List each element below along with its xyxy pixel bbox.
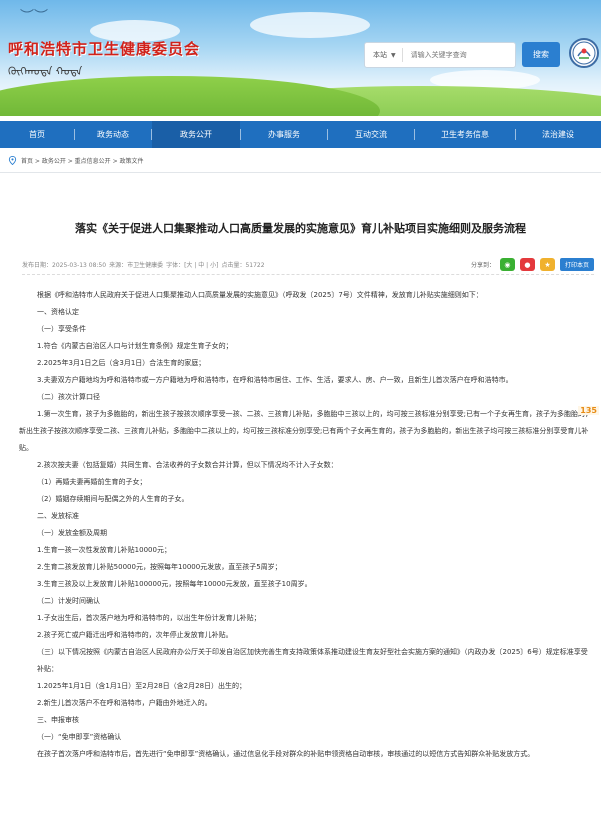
article-meta-bar: 发布日期：2025-03-13 08:50 来源：市卫生健康委 字体：[大 | … [22,255,594,275]
main-nav: 首页 政务动态 政务公开 办事服务 互动交流 卫生考务信息 法治建设 [0,121,601,148]
wechat-share-icon[interactable]: ◉ [499,258,515,271]
article-paragraph: 2.生育二孩发放育儿补贴50000元，按照每年10000元发放，直至孩子5周岁； [37,563,282,571]
article-paragraph: 1.2025年1月1日（含1月1日）至2月28日（含2月28日）出生的； [37,682,247,690]
article-paragraph: （二）计发时间确认 [37,597,100,605]
article-paragraph: 三、申报审核 [37,716,79,724]
favorite-star-icon[interactable]: ★ [539,258,555,271]
view-count: 点击量：51722 [221,262,265,269]
location-pin-icon [8,156,17,165]
article-paragraph: （二）孩次计算口径 [37,393,100,401]
article-paragraph: （一）发放金额及周期 [37,529,107,537]
article-paragraph: 2.孩子死亡或户籍迁出呼和浩特市的，次年停止发放育儿补贴。 [37,631,233,639]
article-paragraph: 1.第一次生育，孩子为多胞胎的，新出生孩子按孩次顺序享受一孩、二孩、三孩育儿补贴… [19,410,593,452]
article-paragraph: 在孩子首次落户呼和浩特市后，首先进行“免申即享”资格确认，通过信息化手段对群众的… [37,750,535,758]
article-title: 落实《关于促进人口集聚推动人口高质量发展的实施意见》育儿补贴项目实施细则及服务流… [75,222,526,235]
search-scope-label: 本站 [373,51,387,59]
font-size-switch[interactable]: 字体：[大 | 中 | 小] [166,260,218,269]
cloud-decoration [250,12,370,38]
article-paragraph: （1）再婚夫妻再婚前生育的子女； [37,478,147,486]
emblem-logo[interactable] [569,38,599,68]
bird-icon: ︶︶ [20,9,48,25]
nav-item-services[interactable]: 办事服务 [241,121,327,148]
search-box: 本站 ▼ [364,42,516,68]
nav-item-exam-info[interactable]: 卫生考务信息 [415,121,515,148]
site-title-mongolian: ᠬᠥᠬᠡᠬᠣᠲᠠ ᠬᠣᠲᠠ [8,65,83,78]
search-button[interactable]: 搜索 [522,42,560,67]
article-paragraph: 一、资格认定 [37,308,79,316]
nav-item-home[interactable]: 首页 [0,121,74,148]
breadcrumb-text[interactable]: 首页 > 政务公开 > 重点信息公开 > 政策文件 [21,156,144,165]
publish-date: 发布日期：2025-03-13 08:50 [22,262,107,269]
article-paragraph: （三）以下情况按照《内蒙古自治区人民政府办公厅关于印发自治区加快完善生育支持政策… [37,648,588,673]
divider [0,172,601,173]
side-counter-badge[interactable]: 135 [578,406,599,415]
article-paragraph: 1.符合《内蒙古自治区人口与计划生育条例》规定生育子女的； [37,342,233,350]
article-meta: 发布日期：2025-03-13 08:50 来源：市卫生健康委 字体：[大 | … [22,260,265,269]
nav-item-gov-open[interactable]: 政务公开 [152,121,240,148]
article-source: 来源：市卫生健康委 [109,262,164,269]
site-title[interactable]: 呼和浩特市卫生健康委员会 [8,38,200,59]
article-paragraph: 根据《呼和浩特市人民政府关于促进人口集聚推动人口高质量发展的实施意见》（呼政发〔… [37,291,483,299]
article-paragraph: 1.子女出生后，首次落户地为呼和浩特市的，以出生年份计发育儿补贴； [37,614,261,622]
search-scope-select[interactable]: 本站 ▼ [365,48,403,62]
nav-item-interaction[interactable]: 互动交流 [328,121,414,148]
article-paragraph: 2.新生儿首次落户不在呼和浩特市，户籍由外地迁入的。 [37,699,212,707]
share-label: 分享到： [470,262,495,269]
article-paragraph: 3.夫妻双方户籍地均为呼和浩特市或一方户籍地为呼和浩特市，在呼和浩特市居住、工作… [37,376,513,384]
print-button[interactable]: 打印本页 [559,258,594,271]
nav-item-news[interactable]: 政务动态 [75,121,151,148]
weibo-share-icon[interactable]: ● [519,258,535,271]
article-paragraph: 2.2025年3月1日之后（含3月1日）合法生育的家庭； [37,359,206,367]
site-header: ︶︶ 呼和浩特市卫生健康委员会 ᠬᠥᠬᠡᠬᠣᠲᠠ ᠬᠣᠲᠠ 本站 ▼ 搜索 [0,0,601,116]
nav-item-law[interactable]: 法治建设 [516,121,600,148]
article-paragraph: 2.孩次按夫妻（包括复婚）共同生育、合法收养的子女数合并计算，但以下情况均不计入… [37,461,338,469]
article-paragraph: （2）婚姻存续期间与配偶之外的人生育的子女。 [37,495,189,503]
breadcrumb: 首页 > 政务公开 > 重点信息公开 > 政策文件 [8,156,144,165]
article-paragraph: （一）享受条件 [37,325,86,333]
hill-decoration [0,76,380,116]
article-paragraph: （一）“免申即享”资格确认 [37,733,122,741]
article-paragraph: 3.生育三孩及以上发放育儿补贴100000元，按照每年10000元发放，直至孩子… [37,580,312,588]
article-paragraph: 1.生育一孩一次性发放育儿补贴10000元； [37,546,171,554]
search-input[interactable] [410,51,501,59]
article-paragraph: 二、发放标准 [37,512,79,520]
chevron-down-icon: ▼ [391,51,396,59]
share-bar: 分享到： ◉ ● ★ 打印本页 [471,258,594,271]
article-body: 根据《呼和浩特市人民政府关于促进人口集聚推动人口高质量发展的实施意见》（呼政发〔… [19,287,593,763]
